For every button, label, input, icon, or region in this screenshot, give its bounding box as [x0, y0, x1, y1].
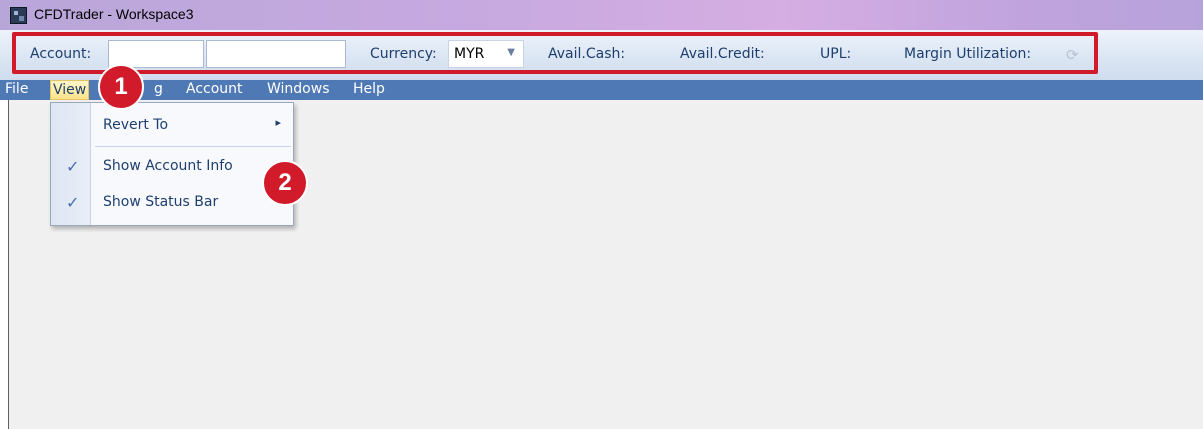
title-bar[interactable]: CFDTrader - Workspace3	[0, 0, 1203, 30]
menu-trading[interactable]: g	[154, 80, 163, 100]
menu-item-show-account-info[interactable]: ✓ Show Account Info	[51, 152, 293, 182]
menu-windows[interactable]: Windows	[267, 80, 330, 100]
menu-item-label: Show Account Info	[103, 158, 233, 174]
account-bar-highlight	[12, 32, 1098, 74]
menu-item-show-status-bar[interactable]: ✓ Show Status Bar	[51, 188, 293, 218]
menu-help[interactable]: Help	[353, 80, 385, 100]
cfdtrader-window: CFDTrader - Workspace3 Account: Currency…	[0, 0, 1203, 429]
checkmark-icon: ✓	[66, 193, 80, 212]
checkmark-icon: ✓	[66, 157, 80, 176]
annotation-badge-1: 1	[98, 64, 144, 110]
menu-bar: File View g Account Windows Help	[0, 80, 1203, 100]
submenu-arrow-icon: ▸	[275, 116, 281, 129]
menu-item-label: Revert To	[103, 117, 169, 133]
menu-file[interactable]: File	[5, 80, 28, 100]
menu-account[interactable]: Account	[186, 80, 243, 100]
annotation-badge-2: 2	[262, 160, 308, 206]
menu-separator	[95, 146, 291, 147]
menu-item-label: Show Status Bar	[103, 194, 219, 210]
view-dropdown-menu: Revert To ▸ ✓ Show Account Info ✓ Show S…	[50, 102, 294, 226]
menu-view[interactable]: View	[50, 80, 90, 100]
window-title: CFDTrader - Workspace3	[34, 6, 194, 22]
menu-item-revert-to[interactable]: Revert To ▸	[51, 111, 293, 141]
app-icon	[10, 7, 27, 24]
